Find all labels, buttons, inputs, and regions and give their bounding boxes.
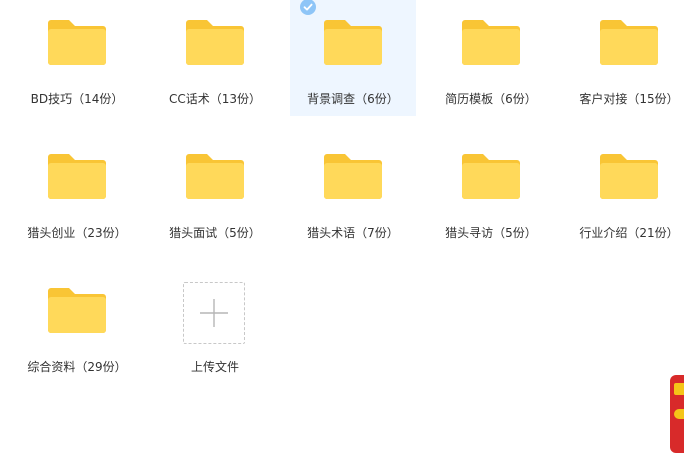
folder-label: 猎头面试（5份） <box>169 226 261 240</box>
folder-tile-background-check[interactable]: 背景调查（6份） <box>290 0 416 116</box>
folder-tile-cc-scripts[interactable]: CC话术（13份） <box>152 0 278 116</box>
upload-file-tile[interactable]: 上传文件 <box>152 268 278 384</box>
folder-icon <box>323 18 383 66</box>
folder-label: 背景调查（6份） <box>307 92 399 106</box>
folder-grid: BD技巧（14份） CC话术（13份） 背景调查（6份） 简历模板（6份） 客户… <box>0 0 684 456</box>
folder-icon <box>461 152 521 200</box>
folder-label: CC话术（13份） <box>168 92 262 106</box>
floating-promo-icon[interactable] <box>670 375 684 453</box>
folder-icon <box>47 286 107 334</box>
folder-tile-general-materials[interactable]: 综合资料（29份） <box>14 268 140 384</box>
folder-icon <box>47 18 107 66</box>
folder-tile-client-liaison[interactable]: 客户对接（15份） <box>566 0 684 116</box>
upload-button[interactable] <box>183 282 245 344</box>
folder-label: 猎头术语（7份） <box>307 226 399 240</box>
folder-icon <box>323 152 383 200</box>
plus-icon <box>200 299 228 327</box>
folder-icon <box>47 152 107 200</box>
folder-icon <box>185 18 245 66</box>
folder-tile-headhunter-sourcing[interactable]: 猎头寻访（5份） <box>428 134 554 250</box>
folder-label: 猎头创业（23份） <box>27 226 127 240</box>
folder-icon <box>599 18 659 66</box>
folder-tile-headhunter-interview[interactable]: 猎头面试（5份） <box>152 134 278 250</box>
upload-label: 上传文件 <box>190 360 239 374</box>
folder-tile-industry-intro[interactable]: 行业介绍（21份） <box>566 134 684 250</box>
folder-icon <box>461 18 521 66</box>
folder-label: 综合资料（29份） <box>27 360 127 374</box>
folder-icon <box>599 152 659 200</box>
folder-label: 行业介绍（21份） <box>579 226 679 240</box>
folder-label: 简历模板（6份） <box>445 92 537 106</box>
folder-label: 客户对接（15份） <box>579 92 679 106</box>
folder-tile-headhunter-terms[interactable]: 猎头术语（7份） <box>290 134 416 250</box>
folder-label: BD技巧（14份） <box>30 92 124 106</box>
folder-tile-resume-templates[interactable]: 简历模板（6份） <box>428 0 554 116</box>
folder-icon <box>185 152 245 200</box>
folder-tile-headhunter-startup[interactable]: 猎头创业（23份） <box>14 134 140 250</box>
folder-tile-bd-skills[interactable]: BD技巧（14份） <box>14 0 140 116</box>
folder-label: 猎头寻访（5份） <box>445 226 537 240</box>
check-icon[interactable] <box>300 0 316 15</box>
